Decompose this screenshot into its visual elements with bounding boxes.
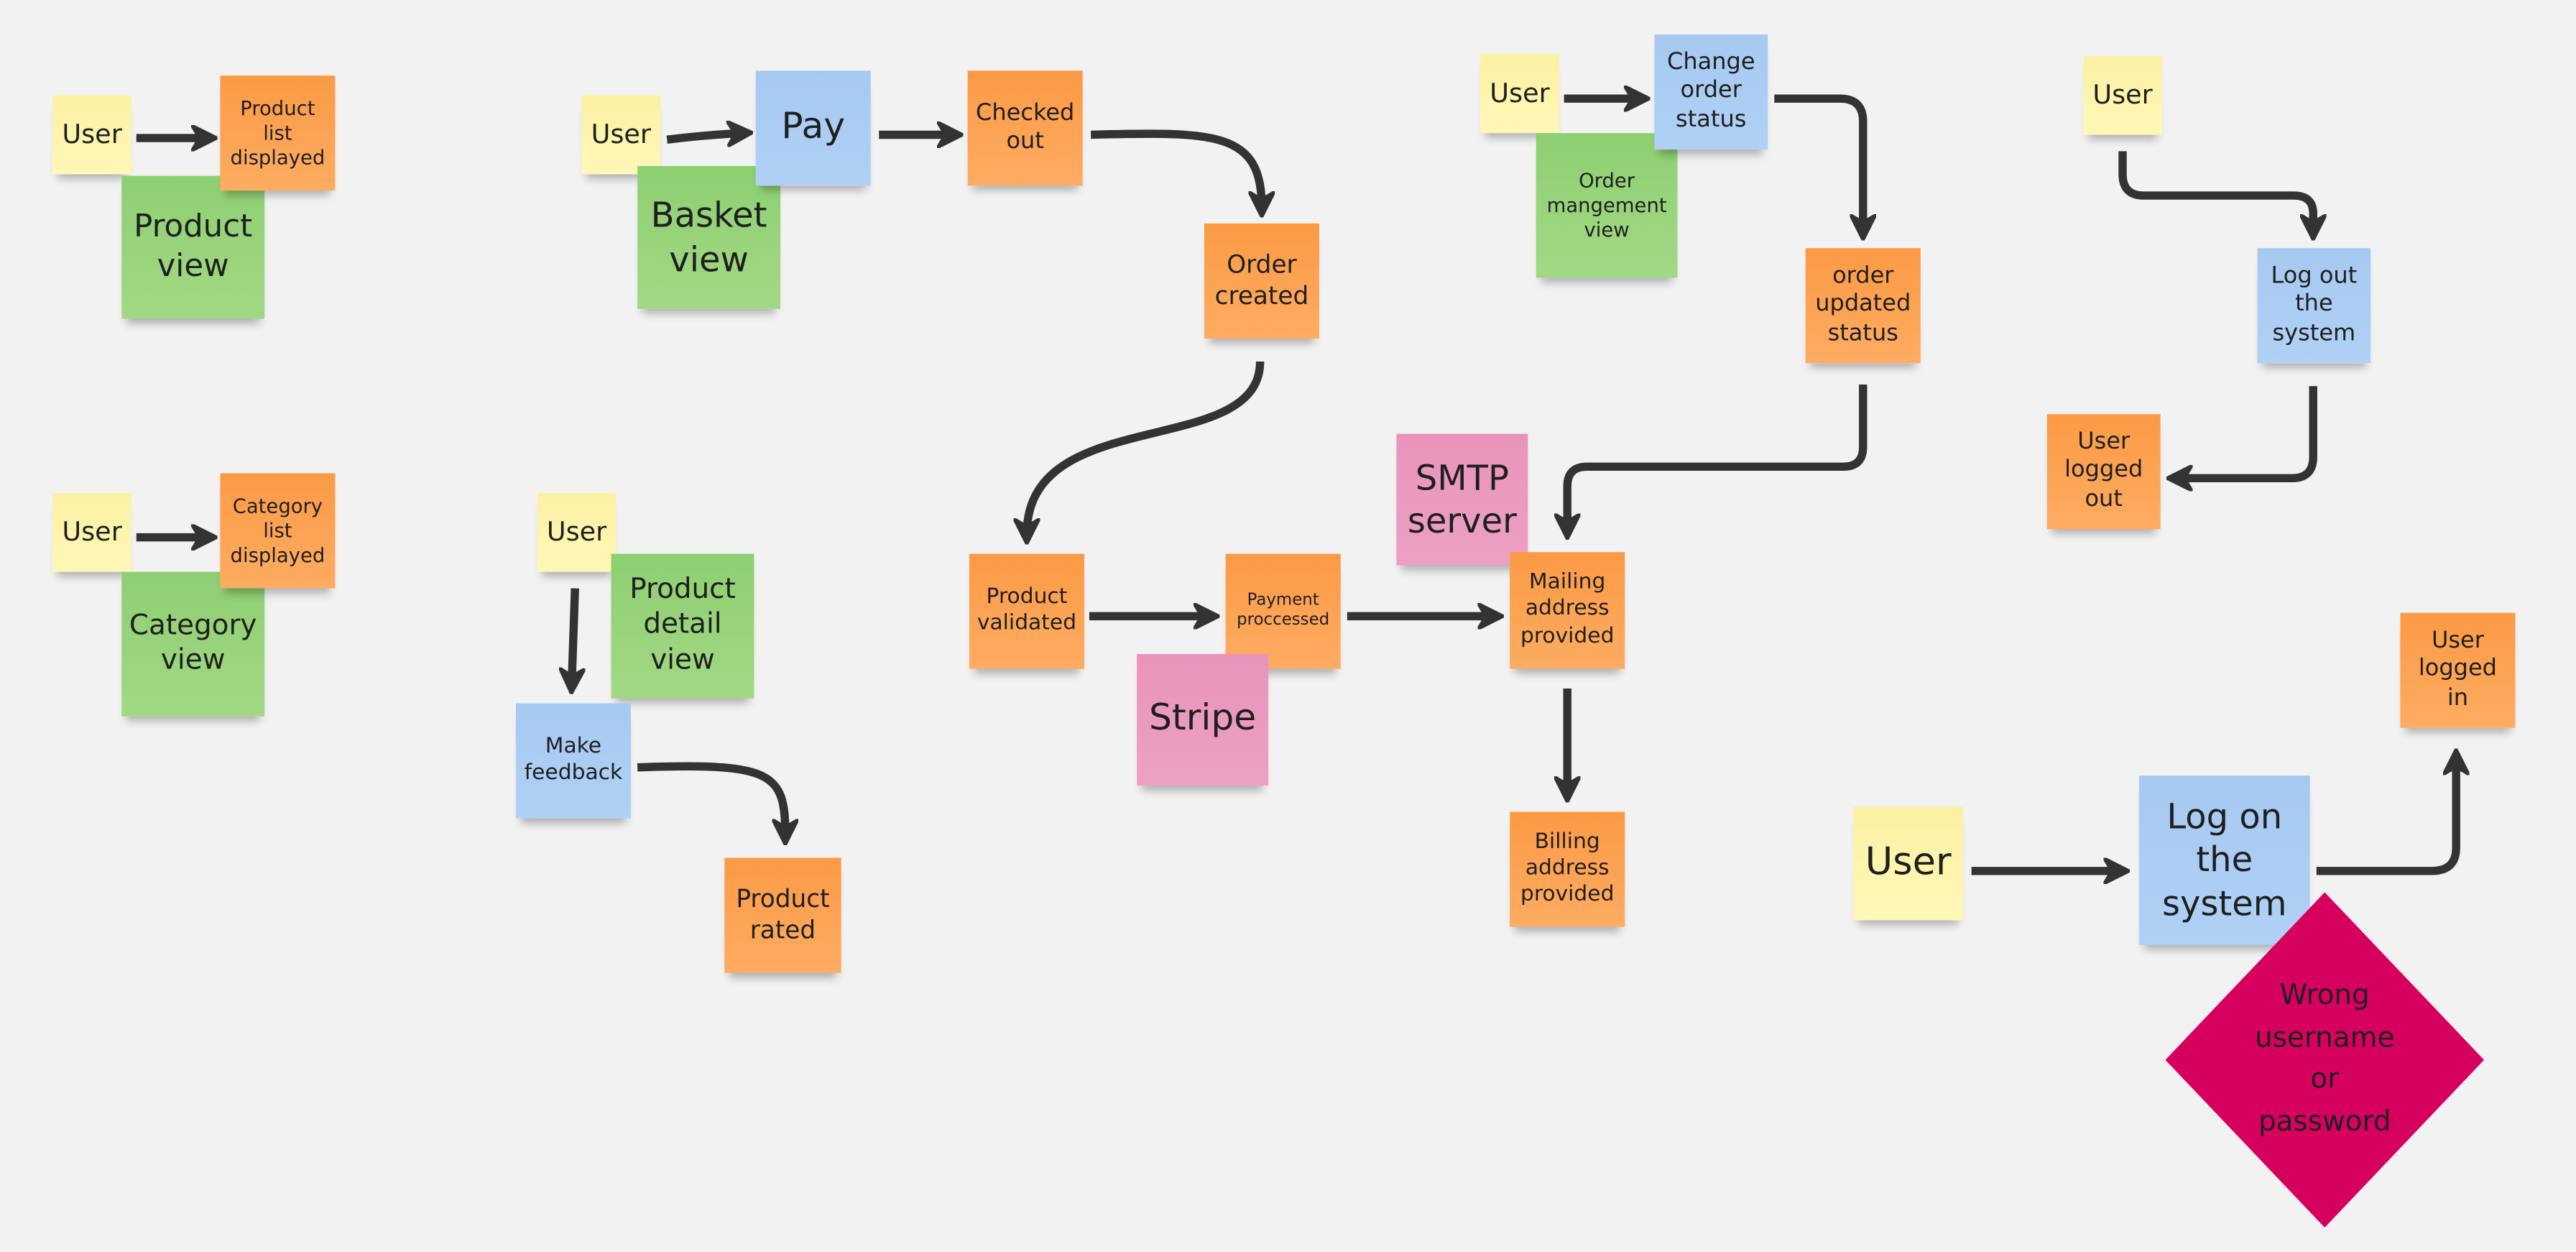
external-smtp-server-note[interactable]: SMTP server (1396, 433, 1528, 566)
arrow-checked-out-to-order-created (1091, 129, 1262, 207)
hotspot-wrong-credentials[interactable]: Wrong username or password (2165, 892, 2485, 1228)
command-make-feedback-note[interactable]: Make feedback (515, 703, 631, 819)
view-product-detail-view-note[interactable]: Product detail view (611, 553, 754, 699)
external-stripe-note[interactable]: Stripe (1137, 653, 1269, 786)
event-storming-board: User Product view Product list displayed… (0, 0, 2576, 1252)
actor-user-note[interactable]: User (2083, 55, 2162, 135)
view-basket-view-note[interactable]: Basket view (637, 165, 781, 309)
event-user-logged-out-note[interactable]: User logged out (2046, 414, 2161, 530)
event-product-list-displayed-note[interactable]: Product list displayed (220, 75, 336, 191)
event-category-list-displayed-note[interactable]: Category list displayed (220, 473, 336, 589)
actor-user-note[interactable]: User (581, 95, 661, 175)
command-log-out-note[interactable]: Log out the system (2257, 248, 2371, 364)
view-order-management-view-note[interactable]: Order mangement view (1536, 133, 1678, 278)
event-product-validated-note[interactable]: Product validated (969, 553, 1085, 669)
event-order-updated-status-note[interactable]: order updated status (1805, 248, 1921, 364)
command-pay-note[interactable]: Pay (755, 70, 871, 186)
command-change-order-status-note[interactable]: Change order status (1654, 34, 1768, 150)
arrow-user-to-pay (666, 133, 742, 139)
arrow-user-to-log-out (2118, 151, 2313, 230)
event-order-created-note[interactable]: Order created (1204, 223, 1319, 339)
actor-user-note[interactable]: User (52, 95, 131, 175)
event-product-rated-note[interactable]: Product rated (724, 857, 841, 973)
actor-user-note[interactable]: User (52, 492, 131, 572)
arrow-feedback-to-product-rated (637, 762, 785, 834)
view-product-view-note[interactable]: Product view (121, 175, 265, 319)
hotspot-text: Wrong username or password (2255, 979, 2395, 1138)
arrow-log-on-to-logged-in (2316, 759, 2456, 875)
event-billing-address-provided-note[interactable]: Billing address provided (1510, 811, 1625, 927)
arrow-updated-to-mailing (1567, 385, 1868, 529)
actor-user-note[interactable]: User (1853, 806, 1964, 921)
actor-user-note[interactable]: User (537, 492, 617, 572)
view-category-view-note[interactable]: Category view (121, 571, 265, 717)
arrow-user-to-make-feedback (572, 588, 576, 684)
event-mailing-address-provided-note[interactable]: Mailing address provided (1510, 552, 1625, 669)
event-user-logged-in-note[interactable]: User logged in (2400, 612, 2516, 728)
arrow-log-out-to-logged-out (2176, 386, 2317, 478)
event-checked-out-note[interactable]: Checked out (967, 70, 1083, 186)
arrow-order-created-to-product-validated (1027, 361, 1265, 534)
actor-user-note[interactable]: User (1480, 54, 1559, 134)
event-payment-processed-note[interactable]: Payment proccessed (1225, 553, 1341, 669)
arrow-change-order-to-updated (1774, 94, 1862, 230)
